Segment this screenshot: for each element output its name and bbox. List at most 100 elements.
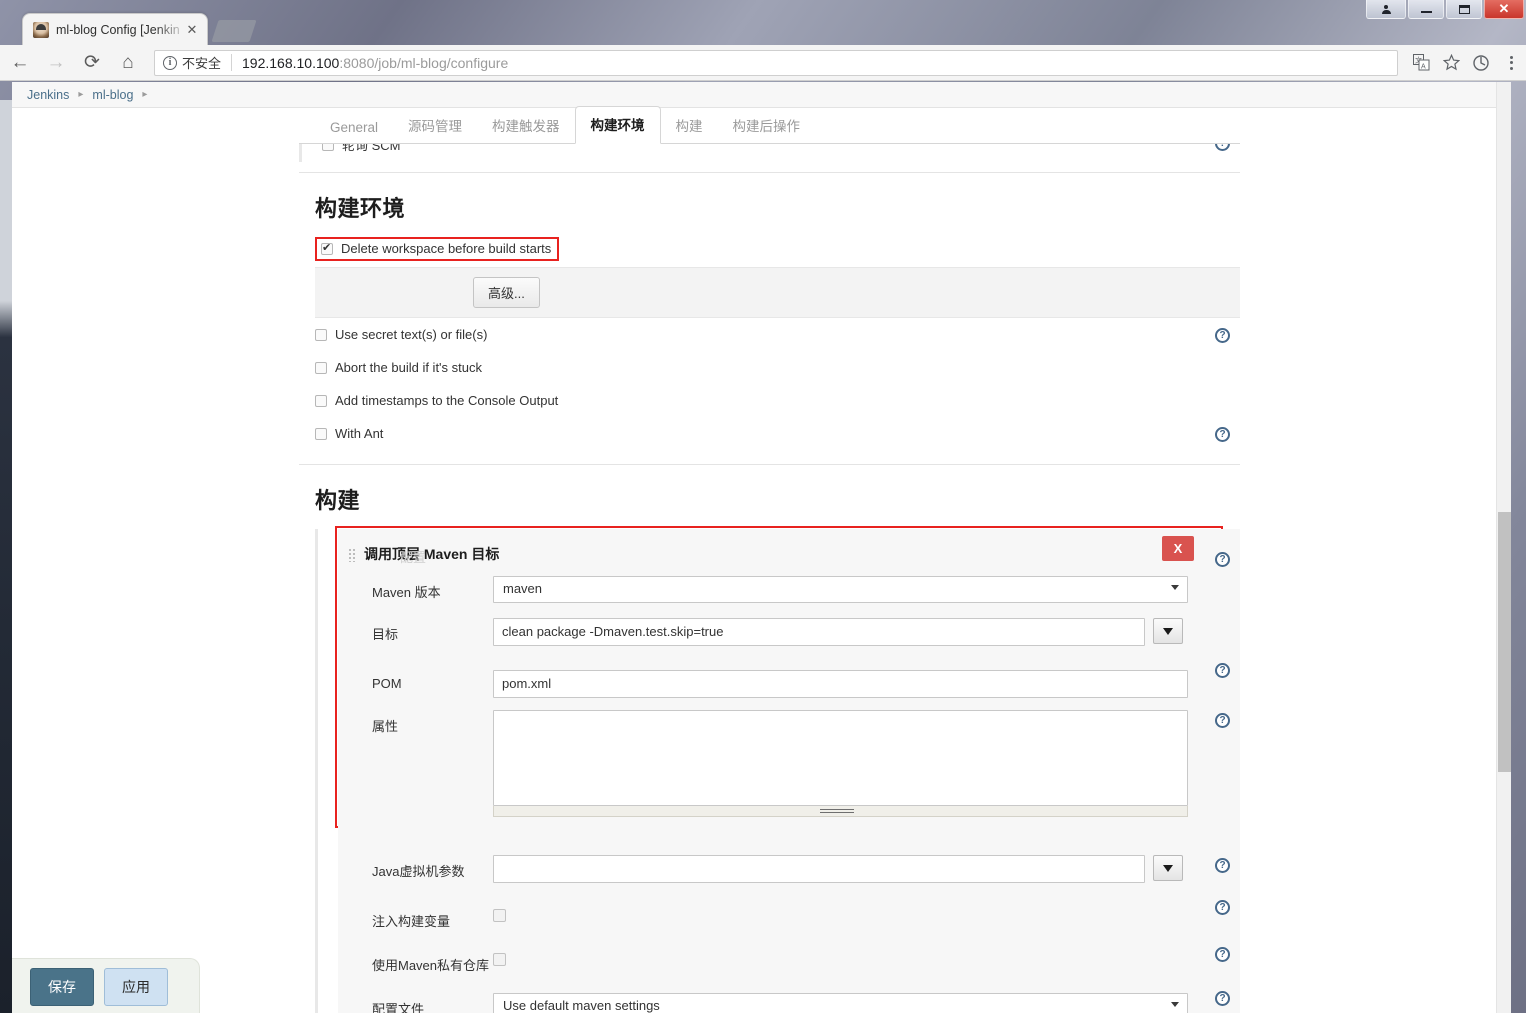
settings-file-select[interactable]: Use default maven settings	[493, 993, 1188, 1013]
browser-tab[interactable]: ml-blog Config [Jenkin ✕	[22, 13, 208, 45]
reload-button[interactable]: ⟳	[76, 48, 108, 78]
private-repo-label: 使用Maven私有仓库	[372, 958, 490, 973]
tab-scm[interactable]: 源码管理	[393, 108, 477, 144]
add-timestamps-row: Add timestamps to the Console Output	[299, 384, 1240, 417]
url-host: 192.168.10.100	[242, 54, 340, 71]
chevron-down-icon	[1163, 864, 1173, 872]
goals-dropdown-button[interactable]	[1153, 618, 1183, 644]
user-account-button[interactable]	[1366, 0, 1406, 19]
private-repo-control	[493, 949, 1240, 966]
use-secret-row: Use secret text(s) or file(s) ?	[299, 318, 1240, 351]
browser-menu-button[interactable]	[1496, 49, 1526, 77]
section-divider	[299, 172, 1240, 173]
help-icon[interactable]: ?	[1215, 663, 1230, 679]
drag-handle-icon[interactable]	[348, 548, 356, 562]
pom-input[interactable]: pom.xml	[493, 670, 1188, 698]
properties-horizontal-scrollbar[interactable]	[493, 806, 1188, 817]
poll-scm-checkbox[interactable]	[322, 144, 334, 151]
poll-scm-row: 轮询 SCM ?	[299, 144, 1240, 162]
maven-advanced-fields: Java虚拟机参数 ? 注入构建变量 ? 使用Maven私有仓库 ? 配置文件 …	[338, 550, 1240, 1013]
jvm-options-control	[493, 855, 1240, 883]
use-secret-control[interactable]: Use secret text(s) or file(s)	[315, 327, 1240, 342]
pom-help: ?	[1215, 662, 1230, 680]
maximize-button[interactable]	[1446, 0, 1482, 19]
maven-version-select[interactable]: maven	[493, 576, 1188, 603]
address-bar[interactable]: i 不安全 192.168.10.100:8080/job/ml-blog/co…	[154, 49, 1398, 76]
new-tab-button[interactable]	[211, 20, 257, 42]
tab-build-triggers[interactable]: 构建触发器	[477, 108, 575, 144]
svg-text:A: A	[1421, 64, 1426, 71]
maven-version-label: Maven 版本	[372, 585, 441, 600]
tab-build[interactable]: 构建	[661, 108, 718, 144]
pom-control: pom.xml	[493, 670, 1240, 698]
poll-scm-label: 轮询 SCM	[342, 144, 401, 153]
properties-textarea-wrap	[493, 710, 1188, 817]
delete-workspace-highlight: Delete workspace before build starts	[315, 237, 560, 261]
apply-button[interactable]: 应用	[104, 967, 168, 1006]
help-icon[interactable]: ?	[1215, 947, 1230, 963]
cast-sync-icon[interactable]	[1466, 49, 1496, 77]
goals-input[interactable]: clean package -Dmaven.test.skip=true	[493, 618, 1145, 646]
jvm-options-input[interactable]	[493, 855, 1145, 883]
config-form: 轮询 SCM ? 构建环境 Delete workspace before bu…	[299, 144, 1240, 1013]
goals-control: clean package -Dmaven.test.skip=true	[493, 618, 1240, 646]
omnibox-divider	[231, 54, 233, 71]
private-repo-help: ?	[1215, 946, 1230, 964]
tab-general[interactable]: General	[315, 113, 393, 144]
help-icon[interactable]: ?	[1215, 427, 1230, 443]
properties-control	[493, 710, 1240, 817]
delete-workspace-control[interactable]: Delete workspace before build starts	[321, 241, 551, 256]
help-icon[interactable]: ?	[1215, 858, 1230, 874]
help-icon[interactable]: ?	[1215, 991, 1230, 1007]
help-icon[interactable]: ?	[1215, 144, 1230, 152]
site-security-chip[interactable]: i 不安全	[163, 53, 229, 72]
help-icon[interactable]: ?	[1215, 552, 1230, 568]
with-ant-checkbox[interactable]	[315, 427, 327, 440]
page-scrollbar[interactable]	[1496, 82, 1511, 1013]
page-scrollbar-thumb[interactable]	[1498, 512, 1511, 772]
pom-row: POM pom.xml ?	[338, 651, 1240, 703]
delete-builder-button[interactable]: X	[1162, 536, 1194, 561]
breadcrumb-item-mlblog[interactable]: ml-blog	[87, 88, 138, 102]
url-path: :8080/job/ml-blog/configure	[339, 54, 509, 71]
back-button[interactable]: ←	[4, 48, 36, 78]
abort-stuck-control[interactable]: Abort the build if it's stuck	[315, 360, 1240, 375]
inject-build-vars-checkbox[interactable]	[493, 909, 506, 922]
help-icon[interactable]: ?	[1215, 900, 1230, 916]
home-button[interactable]: ⌂	[112, 48, 144, 78]
user-icon	[1381, 4, 1391, 14]
maximize-icon	[1458, 4, 1470, 14]
delete-workspace-checkbox[interactable]	[321, 241, 333, 255]
help-icon[interactable]: ?	[1215, 328, 1230, 344]
tab-build-environment[interactable]: 构建环境	[574, 106, 661, 144]
build-environment-heading: 构建环境	[315, 196, 406, 221]
tab-close-icon[interactable]: ✕	[183, 21, 201, 39]
tab-post-build-actions[interactable]: 构建后操作	[718, 108, 816, 144]
properties-textarea[interactable]	[493, 710, 1188, 806]
build-heading: 构建	[315, 488, 361, 513]
builder-header: 调用顶层 Maven 目标 X ?	[338, 536, 1240, 571]
abort-stuck-checkbox[interactable]	[315, 361, 327, 374]
add-timestamps-control[interactable]: Add timestamps to the Console Output	[315, 393, 1240, 408]
goals-row: 目标 clean package -Dmaven.test.skip=true	[338, 608, 1240, 651]
use-secret-checkbox[interactable]	[315, 328, 327, 341]
add-timestamps-checkbox[interactable]	[315, 394, 327, 407]
bookmark-star-icon[interactable]	[1436, 49, 1466, 77]
scrollbar-thumb[interactable]	[819, 809, 854, 813]
close-icon: ✕	[1498, 1, 1510, 16]
translate-icon[interactable]: 文 A	[1406, 49, 1436, 77]
breadcrumb-item-jenkins[interactable]: Jenkins	[22, 88, 74, 102]
with-ant-row: With Ant ?	[299, 417, 1240, 450]
abort-stuck-row: Abort the build if it's stuck	[299, 351, 1240, 384]
forward-button[interactable]: →	[40, 48, 72, 78]
jvm-options-dropdown-button[interactable]	[1153, 855, 1183, 881]
minimize-button[interactable]	[1408, 0, 1444, 19]
inject-build-vars-row: 注入构建变量 ?	[338, 888, 1240, 935]
private-repo-checkbox[interactable]	[493, 953, 506, 966]
advanced-button[interactable]: 高级...	[473, 277, 540, 308]
save-button[interactable]: 保存	[30, 967, 94, 1006]
close-window-button[interactable]: ✕	[1484, 0, 1524, 19]
maven-builder-panel: 调用顶层 Maven 目标 X ? Maven 版本 maven 目标 clea…	[338, 529, 1240, 838]
with-ant-control[interactable]: With Ant	[315, 426, 1240, 441]
help-icon[interactable]: ?	[1215, 713, 1230, 729]
